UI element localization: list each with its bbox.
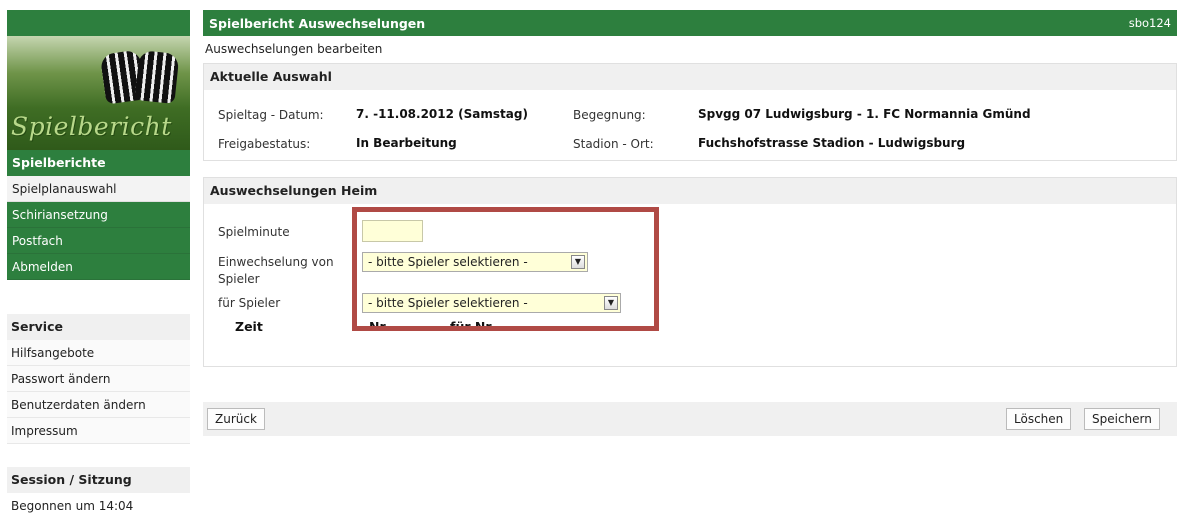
delete-button[interactable]: Löschen <box>1006 408 1072 430</box>
match-value: Spvgg 07 Ludwigsburg - 1. FC Normannia G… <box>698 107 1031 121</box>
football-boot-icon <box>134 50 180 104</box>
session-started: Begonnen um 14:04 <box>11 499 134 513</box>
nav-item-abmelden[interactable]: Abmelden <box>7 254 190 280</box>
highlight-annotation-box <box>352 207 659 331</box>
status-value: In Bearbeitung <box>356 136 457 150</box>
save-button[interactable]: Speichern <box>1084 408 1160 430</box>
status-label: Freigabestatus: <box>218 137 311 151</box>
page-code: sbo124 <box>1128 16 1171 30</box>
sub-in-label-line2: Spieler <box>218 272 260 286</box>
column-zeit: Zeit <box>235 319 263 334</box>
back-button[interactable]: Zurück <box>207 408 265 430</box>
footer-toolbar: Zurück Löschen Speichern <box>203 402 1177 436</box>
banner-title: Spielbericht <box>11 112 172 141</box>
substitutions-header: Auswechselungen Heim <box>204 178 1176 204</box>
page-title: Spielbericht Auswechselungen <box>209 15 426 31</box>
current-selection-panel: Aktuelle Auswahl Spieltag - Datum: 7. -1… <box>203 63 1177 161</box>
link-impressum[interactable]: Impressum <box>7 418 190 444</box>
stadium-label: Stadion - Ort: <box>573 137 654 151</box>
current-selection-header: Aktuelle Auswahl <box>204 64 1176 90</box>
link-passwort-aendern[interactable]: Passwort ändern <box>7 366 190 392</box>
sub-for-label: für Spieler <box>218 296 281 310</box>
matchday-value: 7. -11.08.2012 (Samstag) <box>356 107 528 121</box>
nav-header-spielberichte[interactable]: Spielberichte <box>7 150 190 176</box>
page-titlebar: Spielbericht Auswechselungen sbo124 <box>203 10 1177 36</box>
banner-image: Spielbericht <box>7 10 190 150</box>
session-section: Session / Sitzung Begonnen um 14:04 <box>7 467 190 514</box>
page-subtitle: Auswechselungen bearbeiten <box>205 42 383 56</box>
nav-item-postfach[interactable]: Postfach <box>7 228 190 254</box>
nav-item-schiriansetzung[interactable]: Schiriansetzung <box>7 202 190 228</box>
substitutions-panel: Auswechselungen Heim Spielminute Einwech… <box>203 177 1177 367</box>
link-benutzerdaten-aendern[interactable]: Benutzerdaten ändern <box>7 392 190 418</box>
matchday-label: Spieltag - Datum: <box>218 108 324 122</box>
main-content: Spielbericht Auswechselungen sbo124 Ausw… <box>203 10 1177 367</box>
service-header: Service <box>7 314 190 340</box>
nav-item-spielplanauswahl[interactable]: Spielplanauswahl <box>7 176 190 202</box>
match-label: Begegnung: <box>573 108 646 122</box>
link-hilfsangebote[interactable]: Hilfsangebote <box>7 340 190 366</box>
session-header: Session / Sitzung <box>7 467 190 493</box>
sidebar: Spielbericht Spielberichte Spielplanausw… <box>7 10 190 280</box>
service-section: Service Hilfsangebote Passwort ändern Be… <box>7 314 190 444</box>
sub-in-label-line1: Einwechselung von <box>218 255 334 269</box>
stadium-value: Fuchshofstrasse Stadion - Ludwigsburg <box>698 136 966 150</box>
minute-label: Spielminute <box>218 225 290 239</box>
